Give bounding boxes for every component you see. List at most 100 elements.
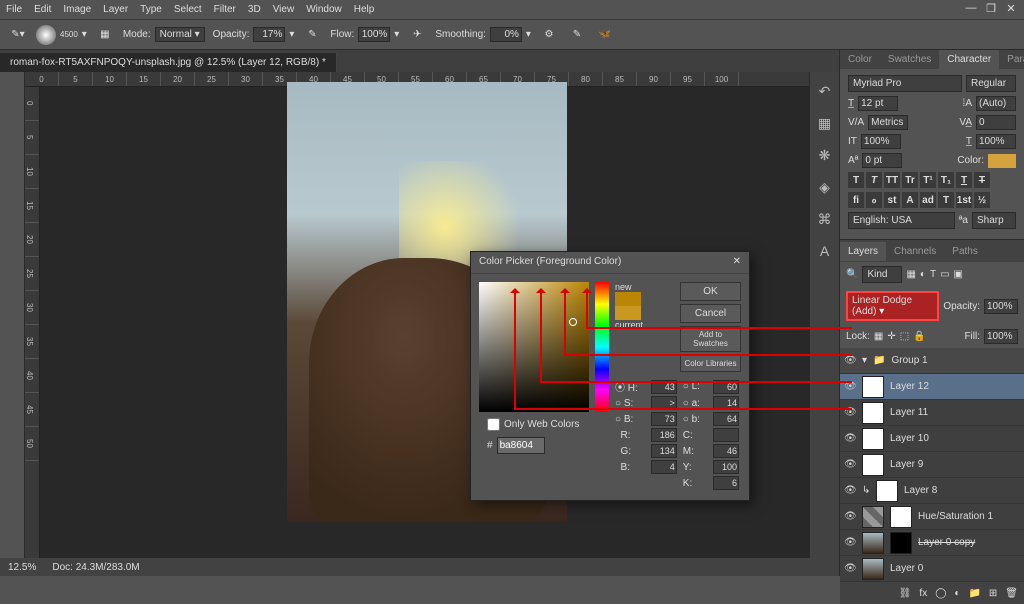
layer-thumbnail[interactable] [862,454,884,476]
menu-view[interactable]: View [273,4,295,15]
saturation-brightness-field[interactable] [479,282,589,412]
baseline-input[interactable]: 0 pt [862,153,902,168]
magenta-input[interactable] [713,444,739,458]
tab-channels[interactable]: Channels [886,242,944,261]
font-size-input[interactable]: 12 pt [858,96,898,111]
zoom-level[interactable]: 12.5% [8,562,36,573]
brushes-icon[interactable]: ▦ [816,114,834,132]
menu-file[interactable]: File [6,4,22,15]
lock-pixels-icon[interactable]: ▦ [874,331,883,342]
opacity-input[interactable]: 17% [253,27,285,42]
blend-mode-dropdown[interactable]: Linear Dodge (Add) ▾ [846,291,939,321]
font-family-dropdown[interactable]: Myriad Pro [848,75,962,92]
menu-window[interactable]: Window [306,4,342,15]
lab-b-input[interactable] [713,412,739,426]
window-close[interactable]: ✕ [1004,2,1018,14]
lock-artboard-icon[interactable]: ⬚ [900,331,909,342]
document-size[interactable]: Doc: 24.3M/283.0M [52,562,139,573]
history-icon[interactable]: ↶ [816,82,834,100]
menu-image[interactable]: Image [63,4,91,15]
visibility-icon[interactable]: 👁 [844,563,856,575]
text-color-swatch[interactable] [988,154,1016,168]
visibility-icon[interactable]: 👁 [844,511,856,523]
yellow-input[interactable] [713,460,739,474]
web-colors-checkbox[interactable] [487,418,500,431]
leading-input[interactable]: (Auto) [976,96,1016,111]
brush-panel-icon[interactable]: ▦ [95,25,115,45]
cyan-input[interactable] [713,428,739,442]
layer-thumbnail[interactable] [862,532,884,554]
visibility-icon[interactable]: 👁 [844,355,856,367]
link-layers-icon[interactable]: ⛓ [899,588,912,599]
menu-filter[interactable]: Filter [214,4,236,15]
layer-item[interactable]: 👁↳Layer 8 [840,478,1024,504]
layer-opacity-input[interactable]: 100% [984,299,1018,314]
blue-input[interactable] [651,460,677,474]
symmetry-icon[interactable]: 🦋 [595,25,615,45]
layer-thumbnail[interactable] [862,402,884,424]
visibility-icon[interactable]: 👁 [844,537,856,549]
menu-help[interactable]: Help [354,4,375,15]
adjustment-thumbnail[interactable] [862,506,884,528]
layer-thumbnail[interactable] [862,558,884,580]
new-group-icon[interactable]: 📁 [968,588,980,599]
tab-paragraph[interactable]: Paragraph [999,50,1024,69]
smoothing-gear-icon[interactable]: ⚙ [539,25,559,45]
flow-input[interactable]: 100% [358,27,390,42]
menu-3d[interactable]: 3D [248,4,261,15]
brush-preset[interactable]: 4500▾ [36,25,87,45]
tab-character[interactable]: Character [939,50,999,69]
visibility-icon[interactable]: 👁 [844,433,856,445]
new-layer-icon[interactable]: ⊞ [989,588,997,599]
tracking-input[interactable]: 0 [976,115,1016,130]
window-restore[interactable]: ❐ [984,2,998,14]
delete-layer-icon[interactable]: 🗑 [1005,588,1018,599]
hscale-input[interactable]: 100% [976,134,1016,149]
language-dropdown[interactable]: English: USA [848,212,955,229]
green-input[interactable] [651,444,677,458]
lock-all-icon[interactable]: 🔒 [913,331,925,342]
tab-layers[interactable]: Layers [840,242,886,261]
layer-group[interactable]: 👁▾📁Group 1 [840,348,1024,374]
search-icon[interactable]: 🔍 [846,269,858,280]
pressure-size-icon[interactable]: ✎ [567,25,587,45]
current-color-swatch[interactable] [615,306,641,320]
layer-thumbnail[interactable] [862,376,884,398]
tools-panel[interactable] [0,72,25,558]
kerning-input[interactable]: Metrics [868,115,908,130]
fill-input[interactable]: 100% [984,329,1018,344]
font-style-dropdown[interactable]: Regular [966,75,1016,92]
menu-edit[interactable]: Edit [34,4,51,15]
airbrush-icon[interactable]: ✈ [407,25,427,45]
filter-kind-dropdown[interactable]: Kind [862,266,902,283]
visibility-icon[interactable]: 👁 [844,459,856,471]
layer-mask[interactable] [890,506,912,528]
filter-shape-icon[interactable]: ▭ [940,269,949,280]
filter-type-icon[interactable]: T [930,269,936,280]
brush-tool-icon[interactable]: ✎▾ [8,25,28,45]
menu-type[interactable]: Type [140,4,162,15]
cancel-button[interactable]: Cancel [680,304,741,323]
layer-item[interactable]: 👁Hue/Saturation 1 [840,504,1024,530]
document-tab[interactable]: roman-fox-RT5AXFNPOQY-unsplash.jpg @ 12.… [0,53,337,72]
filter-pixel-icon[interactable]: ▦ [906,269,915,280]
lock-position-icon[interactable]: ✛ [887,331,895,342]
layer-item[interactable]: 👁Layer 12 [840,374,1024,400]
layer-thumbnail[interactable] [862,428,884,450]
mode-dropdown[interactable]: Normal ▾ [155,27,205,42]
ok-button[interactable]: OK [680,282,741,301]
add-swatch-button[interactable]: Add to Swatches [680,326,741,352]
layer-fx-icon[interactable]: fx [919,588,927,599]
pressure-opacity-icon[interactable]: ✎ [302,25,322,45]
adjustments-icon[interactable]: ❋ [816,146,834,164]
char-icon[interactable]: A [816,242,834,260]
chevron-down-icon[interactable]: ▾ [862,355,867,366]
glyphs-icon[interactable]: ⌘ [816,210,834,228]
styles-icon[interactable]: ◈ [816,178,834,196]
hue-slider[interactable] [595,282,609,412]
menu-select[interactable]: Select [174,4,202,15]
layer-item[interactable]: 👁Layer 0 copy [840,530,1024,556]
menu-layer[interactable]: Layer [103,4,128,15]
layer-item[interactable]: 👁Layer 11 [840,400,1024,426]
brightness-input[interactable] [651,412,677,426]
